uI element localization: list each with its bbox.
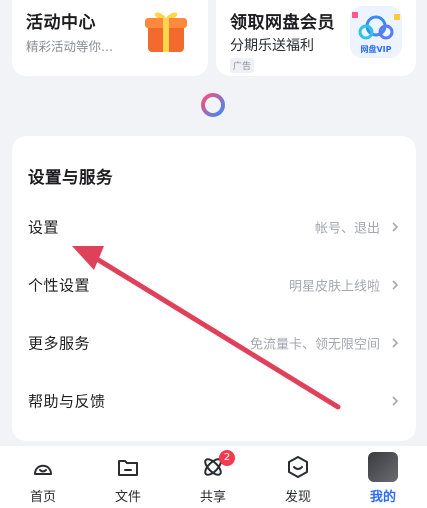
settings-row[interactable]: 设置 帐号、退出	[12, 198, 416, 256]
vip-badge-icon: 网盘VIP	[350, 6, 402, 58]
home-icon	[34, 464, 52, 475]
ad-tag: 广告	[230, 58, 255, 73]
vip-badge-label: 网盘VIP	[360, 45, 392, 54]
tab-discover-label: 发现	[284, 490, 311, 505]
more-services-row-hint: 免流量卡、领无限空间	[249, 337, 380, 353]
vip-promo-title: 领取网盘会员	[230, 13, 335, 33]
chevron-right-icon	[392, 396, 399, 406]
tab-me[interactable]: 我的	[343, 446, 423, 508]
more-services-row[interactable]: 更多服务 免流量卡、领无限空间	[12, 314, 416, 372]
tab-discover[interactable]: 发现	[258, 446, 338, 508]
tab-files-label: 文件	[114, 490, 141, 505]
settings-services-title: 设置与服务	[28, 168, 113, 187]
tab-home-label: 首页	[29, 490, 56, 505]
personalization-row[interactable]: 个性设置 明星皮肤上线啦	[12, 256, 416, 314]
help-feedback-row-label: 帮助与反馈	[28, 392, 106, 411]
chevron-right-icon	[392, 280, 399, 290]
tab-home[interactable]: 首页	[3, 446, 83, 508]
more-services-row-label: 更多服务	[28, 334, 91, 353]
tab-me-label: 我的	[369, 490, 396, 505]
gift-icon	[145, 12, 187, 52]
personalization-row-label: 个性设置	[28, 276, 91, 295]
settings-services-card: 设置与服务 设置 帐号、退出 个性设置 明星皮肤上线啦 更多服务 免流量卡、领无…	[12, 136, 416, 441]
vip-promo-subtitle: 分期乐送福利	[230, 38, 314, 54]
settings-row-label: 设置	[28, 218, 60, 237]
discover-icon	[288, 456, 308, 478]
personalization-row-hint: 明星皮肤上线啦	[288, 279, 380, 295]
activity-center-card[interactable]: 活动中心 精彩活动等你...	[12, 0, 208, 76]
activity-center-subtitle: 精彩活动等你...	[26, 39, 113, 54]
tab-share-label: 共享	[199, 490, 226, 505]
chevron-right-icon	[392, 222, 399, 232]
vip-promo-card[interactable]: 领取网盘会员 分期乐送福利 广告 网盘VIP	[216, 0, 416, 76]
bottom-tab-bar: 首页 文件 2 共享 发现 我的	[0, 446, 427, 508]
avatar	[368, 452, 398, 482]
tab-files[interactable]: 文件	[88, 446, 168, 508]
help-feedback-row[interactable]: 帮助与反馈	[12, 372, 416, 430]
tab-share[interactable]: 2 共享	[173, 446, 253, 508]
settings-row-hint: 帐号、退出	[314, 221, 380, 237]
loading-spinner-icon	[201, 93, 225, 117]
share-badge: 2	[219, 450, 235, 466]
folder-icon	[118, 460, 138, 476]
chevron-right-icon	[392, 338, 399, 348]
activity-center-title: 活动中心	[26, 13, 96, 33]
